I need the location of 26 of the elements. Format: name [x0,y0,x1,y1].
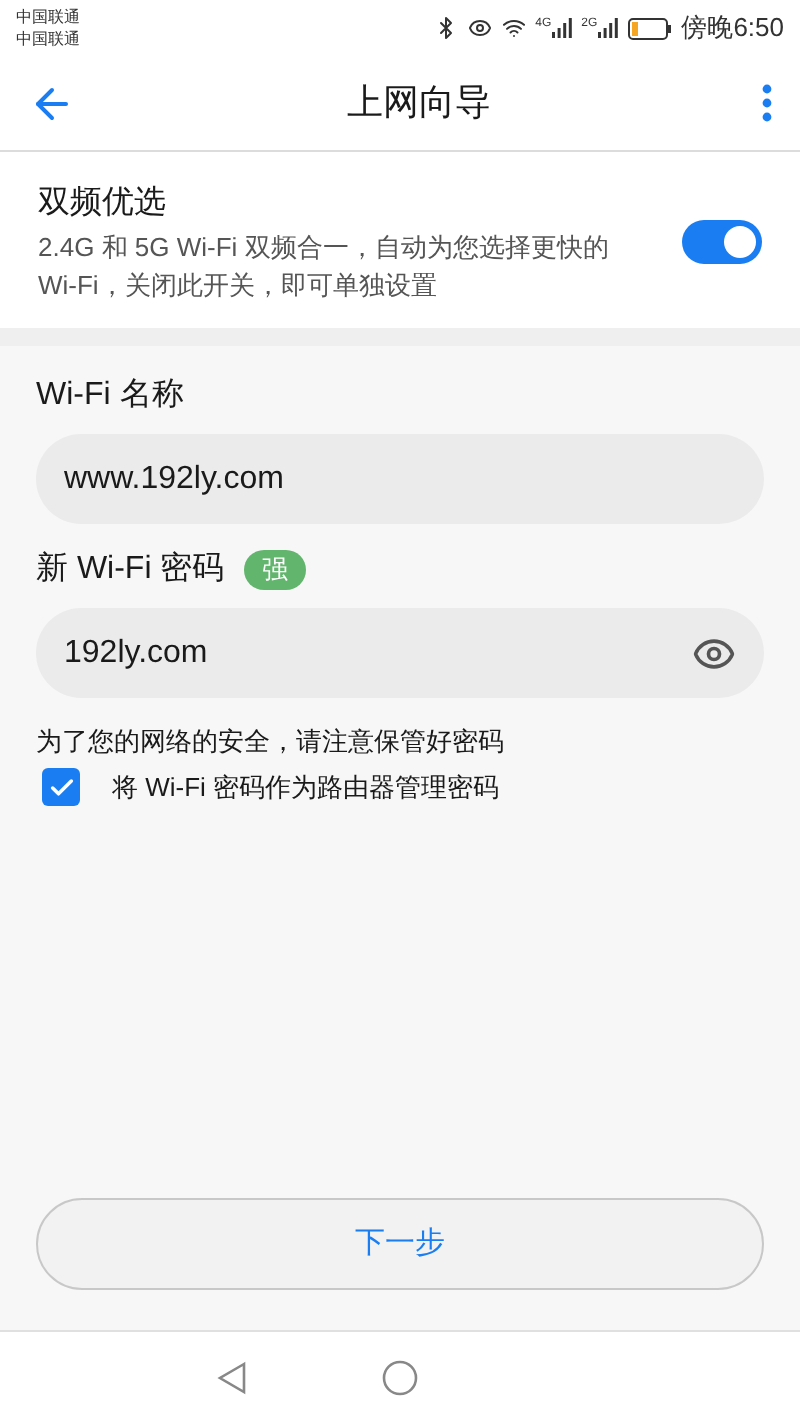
carrier-name: 中国联通 [16,6,80,28]
back-nav-icon[interactable] [214,1359,250,1395]
signal-icon [551,18,572,38]
battery-icon [627,17,672,39]
next-button[interactable]: 下一步 [36,1198,764,1290]
carrier-name: 中国联通 [16,28,80,50]
eye-icon [467,16,492,40]
checkbox[interactable] [42,768,80,807]
more-icon [762,84,772,122]
password-value: 192ly.com [64,633,208,673]
setting-description: 2.4G 和 5G Wi-Fi 双频合一，自动为您选择更快的 Wi-Fi，关闭此开关，即可单独设置 [38,230,611,304]
more-options-button[interactable] [762,84,772,122]
field-label: 新 Wi-Fi 密码 [36,549,225,590]
checkbox-label: 将 Wi-Fi 密码作为路由器管理密码 [112,770,500,806]
check-icon [47,773,75,802]
wifi-name-field[interactable]: www.192ly.com [36,434,764,524]
password-field[interactable]: 192ly.com [36,608,764,698]
toggle-switch[interactable] [682,220,762,264]
security-note: 为了您的网络的安全，请注意保管好密码 [36,724,506,760]
signal-icon [597,18,618,38]
home-nav-icon[interactable] [382,1359,418,1395]
password-strength-badge: 强 [244,550,307,590]
setting-title: 双频优选 [38,183,168,224]
field-label: Wi-Fi 名称 [36,376,186,416]
page-title: 上网向导 [347,80,491,126]
clock-time: 傍晚6:50 [681,10,784,47]
